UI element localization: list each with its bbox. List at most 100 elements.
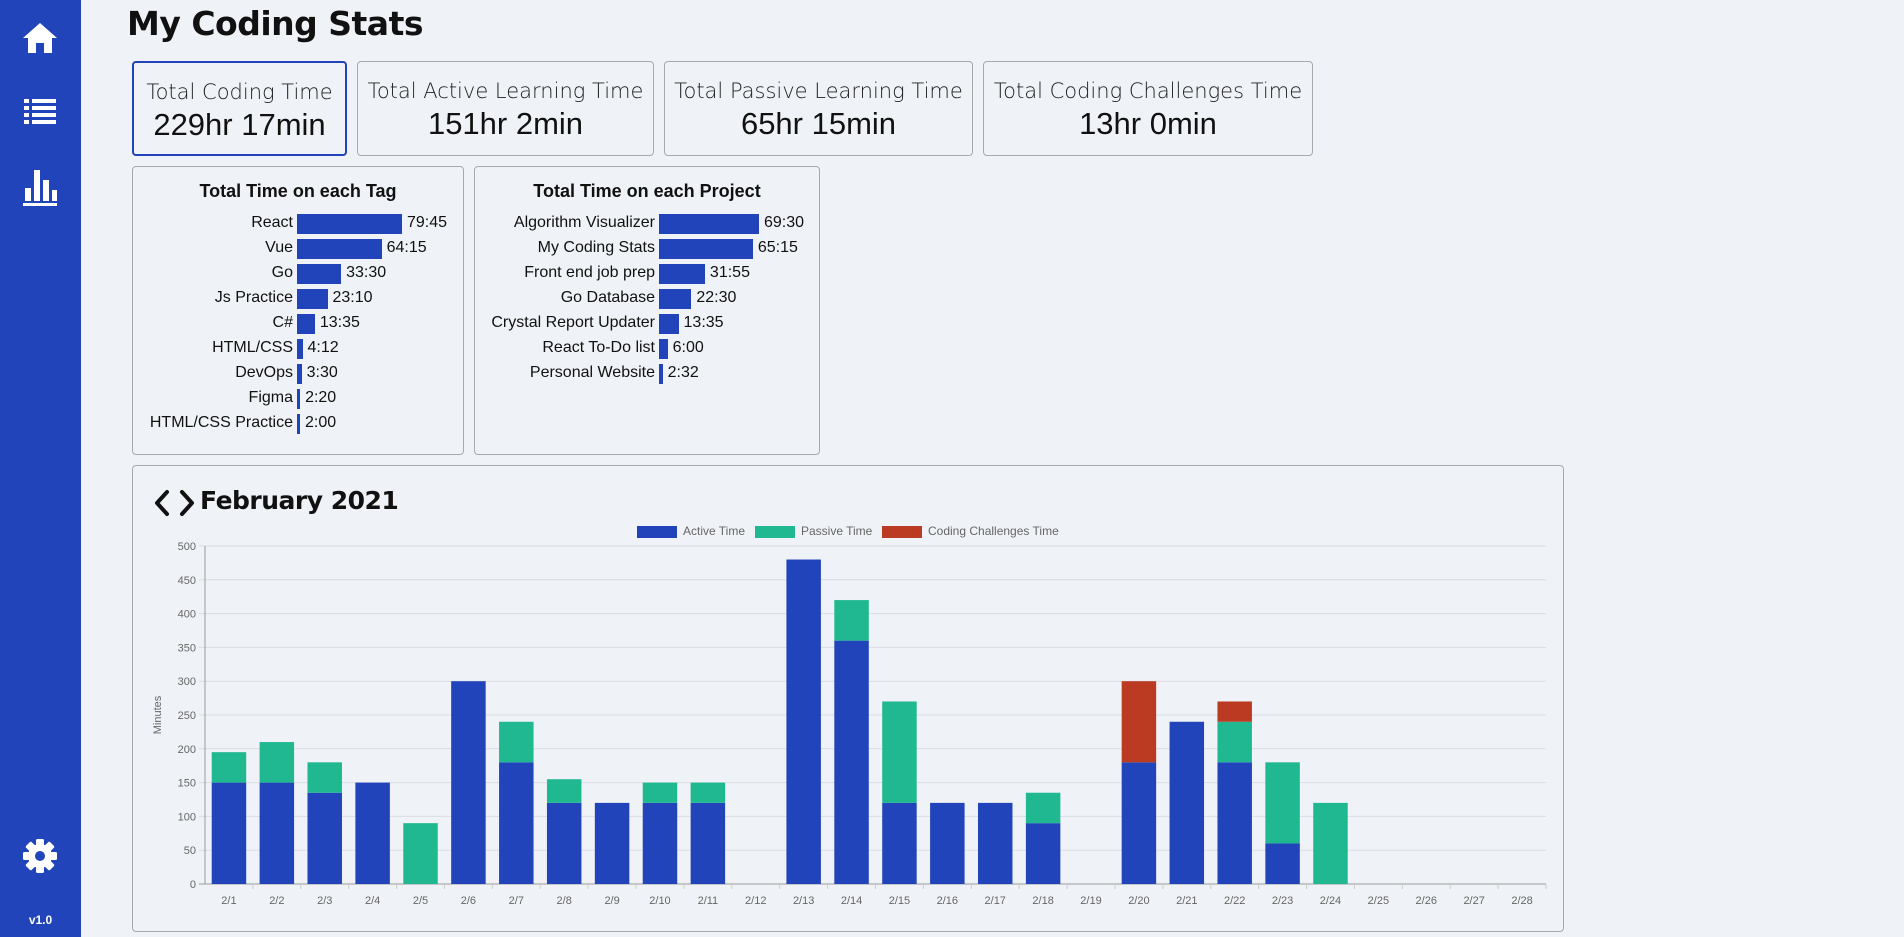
- tag-row-bar: [297, 414, 300, 434]
- x-tick-label: 2/10: [649, 895, 670, 907]
- bar-segment: [1025, 823, 1061, 884]
- tag-row-bar: [297, 264, 342, 284]
- bar-segment: [642, 782, 678, 803]
- y-tick-label: 450: [178, 575, 196, 587]
- x-tick-label: 2/25: [1368, 895, 1389, 907]
- bar-segment: [1217, 721, 1252, 763]
- tag-row-value: 2:00: [305, 414, 337, 431]
- tag-row-label: Vue: [265, 239, 293, 256]
- project-row-label: React To-Do list: [542, 339, 655, 356]
- project-row-label: Front end job prep: [524, 264, 655, 281]
- bar-segment: [690, 782, 726, 803]
- stat-value: 65hr 15min: [740, 106, 897, 141]
- tag-row-value: 13:35: [319, 314, 360, 331]
- project-row: Algorithm Visualizer 69:30: [475, 210, 819, 235]
- bar-segment: [307, 762, 342, 793]
- y-axis-title: Minutes: [152, 695, 164, 734]
- bar-segment: [690, 802, 726, 884]
- x-tick-label: 2/23: [1272, 895, 1293, 907]
- version-label: v1.0: [28, 913, 53, 927]
- panel-title: Total Time on each Project: [533, 181, 761, 201]
- total-active-learning-card[interactable]: Total Active Learning Time 151hr 2min: [357, 61, 654, 156]
- tag-row: Vue 64:15: [133, 235, 463, 260]
- y-tick-label: 300: [178, 676, 196, 688]
- bar-segment: [882, 701, 917, 803]
- stat-value: 151hr 2min: [427, 106, 584, 141]
- bar-segment: [882, 802, 917, 884]
- y-tick-label: 0: [190, 879, 196, 891]
- bar-segment: [1169, 721, 1205, 884]
- bar-segment: [259, 782, 295, 884]
- x-tick-label: 2/16: [937, 895, 958, 907]
- tag-row-label: Js Practice: [214, 289, 293, 306]
- bar-segment: [499, 762, 534, 884]
- project-row: Front end job prep 31:55: [475, 260, 819, 285]
- bar-chart-icon[interactable]: [20, 168, 60, 208]
- stat-value: 13hr 0min: [1079, 106, 1217, 141]
- stat-label: Total Coding Challenges Time: [993, 79, 1303, 103]
- x-tick-label: 2/28: [1511, 895, 1532, 907]
- tag-row-value: 64:15: [386, 239, 427, 256]
- x-tick-label: 2/5: [413, 895, 428, 907]
- x-tick-label: 2/17: [985, 895, 1006, 907]
- gear-icon[interactable]: [20, 836, 60, 876]
- x-tick-label: 2/19: [1080, 895, 1101, 907]
- tag-row-label: HTML/CSS: [212, 339, 293, 356]
- total-coding-time-card[interactable]: Total Coding Time 229hr 17min: [132, 61, 347, 156]
- home-icon[interactable]: [20, 18, 60, 58]
- tag-row-label: HTML/CSS Practice: [149, 414, 293, 431]
- panel-title: Total Time on each Tag: [199, 181, 397, 201]
- bar-segment: [307, 792, 342, 884]
- tag-row-label: Figma: [248, 389, 293, 406]
- tag-row-label: C#: [272, 314, 293, 331]
- y-tick-label: 400: [178, 609, 196, 621]
- project-row-bar: [659, 214, 759, 234]
- tag-row: HTML/CSS 4:12: [133, 335, 463, 360]
- project-row-value: 13:35: [683, 314, 724, 331]
- bar-segment: [1217, 762, 1252, 884]
- stat-label: Total Passive Learning Time: [674, 79, 963, 103]
- x-tick-label: 2/8: [557, 895, 572, 907]
- bar-segment: [211, 752, 247, 783]
- tag-row-bar: [297, 364, 302, 384]
- tag-row-value: 2:20: [305, 389, 337, 406]
- tag-row-label: React: [251, 214, 293, 231]
- x-tick-label: 2/7: [509, 895, 524, 907]
- project-row-value: 22:30: [696, 289, 737, 306]
- project-row-label: My Coding Stats: [537, 239, 655, 256]
- x-tick-label: 2/26: [1416, 895, 1437, 907]
- tag-row-value: 23:10: [332, 289, 373, 306]
- tag-row-bar: [297, 289, 328, 309]
- tag-row-bar: [297, 389, 301, 409]
- project-row-label: Crystal Report Updater: [491, 314, 655, 331]
- bar-segment: [594, 802, 630, 884]
- x-tick-label: 2/27: [1463, 895, 1484, 907]
- bar-segment: [403, 823, 438, 884]
- x-tick-label: 2/6: [461, 895, 476, 907]
- total-passive-learning-card[interactable]: Total Passive Learning Time 65hr 15min: [664, 61, 973, 156]
- stat-label: Total Active Learning Time: [367, 79, 644, 103]
- project-row-bar: [659, 239, 753, 259]
- tag-row: Go 33:30: [133, 260, 463, 285]
- tag-row: DevOps 3:30: [133, 360, 463, 385]
- total-coding-challenges-card[interactable]: Total Coding Challenges Time 13hr 0min: [983, 61, 1313, 156]
- tag-row: C# 13:35: [133, 310, 463, 335]
- tag-row-value: 3:30: [306, 364, 338, 381]
- x-tick-label: 2/21: [1176, 895, 1197, 907]
- x-tick-label: 2/13: [793, 895, 814, 907]
- y-tick-label: 350: [178, 642, 196, 654]
- x-tick-label: 2/20: [1128, 895, 1149, 907]
- list-icon[interactable]: [20, 92, 60, 132]
- project-row: Crystal Report Updater 13:35: [475, 310, 819, 335]
- tag-time-panel: Total Time on each Tag React 79:45 Vue 64:1…: [132, 166, 464, 455]
- x-tick-label: 2/12: [745, 895, 766, 907]
- project-row-value: 2:32: [667, 364, 699, 381]
- bar-segment: [1121, 762, 1157, 884]
- bar-segment: [977, 802, 1013, 884]
- tag-row-bar: [297, 239, 382, 259]
- y-tick-label: 100: [178, 811, 196, 823]
- tag-row: HTML/CSS Practice 2:00: [133, 410, 463, 435]
- project-row-label: Personal Website: [529, 364, 655, 381]
- tag-row-value: 33:30: [346, 264, 387, 281]
- x-tick-label: 2/11: [698, 895, 719, 907]
